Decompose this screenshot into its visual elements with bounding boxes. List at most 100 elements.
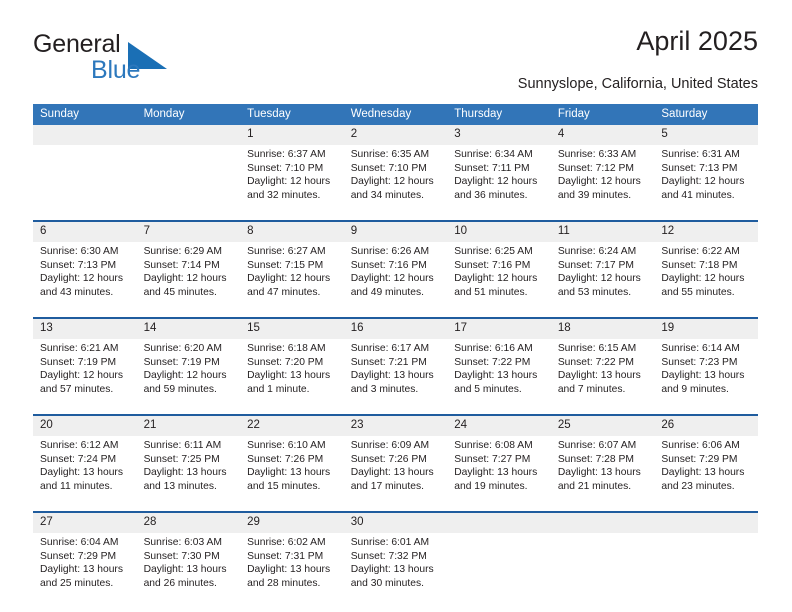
daylight-text-line2: and 11 minutes. xyxy=(40,480,113,492)
sunrise-text: Sunrise: 6:07 AM xyxy=(557,440,637,451)
daylight-text-line2: and 9 minutes. xyxy=(661,383,729,395)
daylight-text-line2: and 45 minutes. xyxy=(143,286,217,298)
day-number[interactable]: 9 xyxy=(343,222,448,242)
day-number[interactable]: 29 xyxy=(240,513,344,533)
daylight-text-line1: Daylight: 13 hours xyxy=(247,370,331,382)
day-cell: Sunrise: 6:29 AM Sunset: 7:14 PM Dayligh… xyxy=(136,242,241,317)
day-number[interactable]: 20 xyxy=(33,416,137,436)
sunrise-text: Sunrise: 6:09 AM xyxy=(350,440,430,451)
day-cell xyxy=(654,533,758,608)
sunset-text: Sunset: 7:20 PM xyxy=(247,356,324,368)
sunrise-text: Sunrise: 6:31 AM xyxy=(661,149,740,160)
calendar-table: Sunday Monday Tuesday Wednesday Thursday… xyxy=(33,104,758,608)
day-number[interactable]: 13 xyxy=(33,319,137,339)
weekday-header-monday: Monday xyxy=(136,104,241,125)
day-cell: Sunrise: 6:22 AM Sunset: 7:18 PM Dayligh… xyxy=(654,242,758,317)
week-3-daynumbers: 13 14 15 16 17 18 19 xyxy=(33,319,758,339)
daylight-text-line2: and 26 minutes. xyxy=(143,577,217,589)
sunset-text: Sunset: 7:17 PM xyxy=(557,259,634,271)
sunset-text: Sunset: 7:11 PM xyxy=(454,162,530,174)
day-number[interactable]: 17 xyxy=(447,319,551,339)
sunset-text: Sunset: 7:24 PM xyxy=(40,453,117,465)
day-cell xyxy=(136,145,241,220)
day-number[interactable] xyxy=(33,125,137,145)
week-2-details: Sunrise: 6:30 AM Sunset: 7:13 PM Dayligh… xyxy=(33,242,758,317)
sunrise-text: Sunrise: 6:33 AM xyxy=(557,149,637,160)
sunrise-text: Sunrise: 6:27 AM xyxy=(247,246,326,257)
sunset-text: Sunset: 7:21 PM xyxy=(350,356,427,368)
sunrise-text: Sunrise: 6:04 AM xyxy=(40,537,119,548)
day-number[interactable]: 16 xyxy=(343,319,448,339)
daylight-text-line1: Daylight: 13 hours xyxy=(454,370,538,382)
sunset-text: Sunset: 7:12 PM xyxy=(557,162,634,174)
day-number[interactable]: 3 xyxy=(447,125,551,145)
day-number[interactable] xyxy=(136,125,241,145)
day-number[interactable]: 30 xyxy=(343,513,448,533)
daylight-text-line1: Daylight: 13 hours xyxy=(143,564,227,576)
daylight-text-line1: Daylight: 12 hours xyxy=(40,370,123,382)
day-cell: Sunrise: 6:08 AM Sunset: 7:27 PM Dayligh… xyxy=(447,436,551,511)
day-number[interactable]: 24 xyxy=(447,416,551,436)
day-number[interactable]: 10 xyxy=(447,222,551,242)
daylight-text-line2: and 34 minutes. xyxy=(350,189,424,201)
brand-logo[interactable]: General Blue xyxy=(33,30,263,86)
sunrise-text: Sunrise: 6:21 AM xyxy=(40,343,119,354)
daylight-text-line2: and 21 minutes. xyxy=(557,480,632,492)
sunset-text: Sunset: 7:29 PM xyxy=(40,550,117,562)
daylight-text-line2: and 32 minutes. xyxy=(247,189,321,201)
day-number[interactable]: 5 xyxy=(654,125,758,145)
day-number[interactable]: 23 xyxy=(343,416,448,436)
sunrise-text: Sunrise: 6:12 AM xyxy=(40,440,119,451)
sunset-text: Sunset: 7:14 PM xyxy=(143,259,220,271)
day-number[interactable]: 18 xyxy=(550,319,655,339)
week-5-daynumbers: 27 28 29 30 xyxy=(33,513,758,533)
day-number[interactable]: 7 xyxy=(136,222,241,242)
day-cell: Sunrise: 6:09 AM Sunset: 7:26 PM Dayligh… xyxy=(343,436,448,511)
day-number[interactable]: 14 xyxy=(136,319,241,339)
daylight-text-line2: and 59 minutes. xyxy=(143,383,217,395)
day-number[interactable]: 27 xyxy=(33,513,137,533)
week-1-details: Sunrise: 6:37 AM Sunset: 7:10 PM Dayligh… xyxy=(33,145,758,220)
day-number[interactable] xyxy=(447,513,551,533)
day-cell: Sunrise: 6:25 AM Sunset: 7:16 PM Dayligh… xyxy=(447,242,551,317)
day-cell: Sunrise: 6:24 AM Sunset: 7:17 PM Dayligh… xyxy=(550,242,655,317)
day-cell: Sunrise: 6:06 AM Sunset: 7:29 PM Dayligh… xyxy=(654,436,758,511)
day-cell: Sunrise: 6:02 AM Sunset: 7:31 PM Dayligh… xyxy=(240,533,344,608)
daylight-text-line1: Daylight: 12 hours xyxy=(143,273,227,285)
daylight-text-line1: Daylight: 13 hours xyxy=(661,370,745,382)
weekday-header-saturday: Saturday xyxy=(654,104,758,125)
daylight-text-line1: Daylight: 12 hours xyxy=(557,176,641,188)
day-cell xyxy=(33,145,137,220)
day-number[interactable]: 1 xyxy=(240,125,344,145)
daylight-text-line2: and 43 minutes. xyxy=(40,286,114,298)
day-number[interactable]: 28 xyxy=(136,513,241,533)
day-number[interactable] xyxy=(550,513,655,533)
daylight-text-line1: Daylight: 12 hours xyxy=(454,176,538,188)
sunrise-text: Sunrise: 6:11 AM xyxy=(143,440,222,451)
day-number[interactable]: 25 xyxy=(550,416,655,436)
day-number[interactable]: 21 xyxy=(136,416,241,436)
day-number[interactable]: 6 xyxy=(33,222,137,242)
day-number[interactable]: 19 xyxy=(654,319,758,339)
day-number[interactable]: 26 xyxy=(654,416,758,436)
daylight-text-line1: Daylight: 13 hours xyxy=(454,467,538,479)
day-number[interactable]: 8 xyxy=(240,222,344,242)
week-3-details: Sunrise: 6:21 AM Sunset: 7:19 PM Dayligh… xyxy=(33,339,758,414)
day-number[interactable]: 15 xyxy=(240,319,344,339)
day-number[interactable] xyxy=(654,513,758,533)
daylight-text-line2: and 30 minutes. xyxy=(350,577,424,589)
sunrise-text: Sunrise: 6:26 AM xyxy=(350,246,430,257)
weekday-header-sunday: Sunday xyxy=(33,104,137,125)
weekday-header-friday: Friday xyxy=(550,104,655,125)
day-number[interactable]: 2 xyxy=(343,125,448,145)
day-cell: Sunrise: 6:01 AM Sunset: 7:32 PM Dayligh… xyxy=(343,533,448,608)
daylight-text-line2: and 57 minutes. xyxy=(40,383,114,395)
day-number[interactable]: 12 xyxy=(654,222,758,242)
daylight-text-line1: Daylight: 12 hours xyxy=(454,273,538,285)
day-number[interactable]: 22 xyxy=(240,416,344,436)
daylight-text-line2: and 36 minutes. xyxy=(454,189,528,201)
day-number[interactable]: 4 xyxy=(550,125,655,145)
daylight-text-line1: Daylight: 12 hours xyxy=(661,176,745,188)
sunset-text: Sunset: 7:32 PM xyxy=(350,550,427,562)
day-number[interactable]: 11 xyxy=(550,222,655,242)
